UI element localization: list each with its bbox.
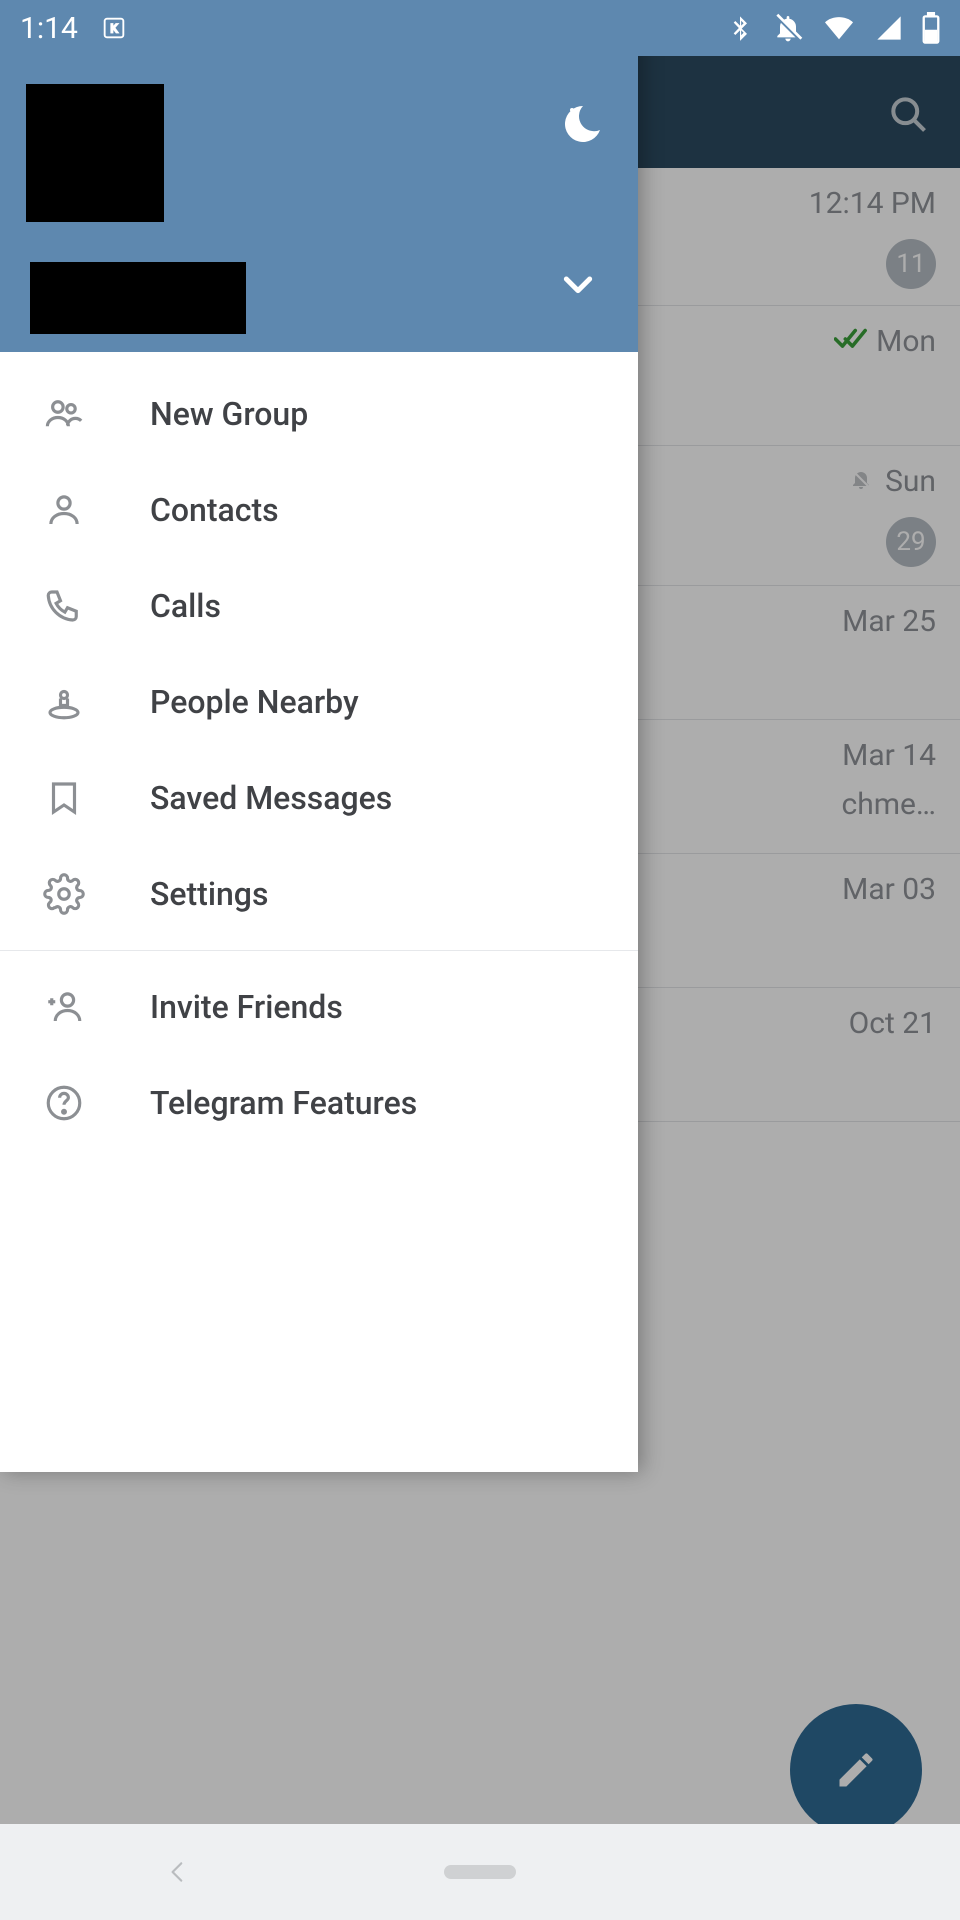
- help-icon: [40, 1079, 88, 1127]
- navigation-drawer: New Group Contacts Calls People Nearby S…: [0, 0, 638, 1472]
- status-bar: 1:14 K: [0, 0, 960, 56]
- account-switcher[interactable]: [558, 264, 598, 304]
- home-gesture-pill[interactable]: [444, 1865, 516, 1879]
- night-mode-toggle[interactable]: [558, 100, 606, 148]
- svg-text:K: K: [110, 22, 118, 36]
- avatar-redacted: [26, 84, 164, 222]
- menu-item-label: Contacts: [150, 491, 279, 529]
- menu-divider: [0, 950, 638, 951]
- menu-item-label: Calls: [150, 587, 221, 625]
- wifi-icon: [822, 14, 856, 42]
- menu-item-contacts[interactable]: Contacts: [0, 462, 638, 558]
- menu-item-telegram-features[interactable]: Telegram Features: [0, 1055, 638, 1151]
- bookmark-icon: [40, 774, 88, 822]
- system-nav-bar: [0, 1824, 960, 1920]
- status-clock: 1:14: [20, 11, 78, 46]
- app-indicator-icon: K: [100, 14, 128, 42]
- menu-item-settings[interactable]: Settings: [0, 846, 638, 942]
- menu-item-label: People Nearby: [150, 683, 359, 721]
- signal-icon: [874, 14, 904, 42]
- menu-item-label: New Group: [150, 395, 308, 433]
- menu-item-label: Telegram Features: [150, 1084, 417, 1122]
- dnd-icon: [772, 12, 804, 44]
- invite-icon: [40, 983, 88, 1031]
- group-icon: [40, 390, 88, 438]
- chevron-down-icon: [558, 264, 598, 304]
- phone-icon: [40, 582, 88, 630]
- menu-item-calls[interactable]: Calls: [0, 558, 638, 654]
- bluetooth-icon: [726, 11, 754, 45]
- menu-item-new-group[interactable]: New Group: [0, 366, 638, 462]
- menu-item-people-nearby[interactable]: People Nearby: [0, 654, 638, 750]
- account-name-redacted: [30, 262, 246, 334]
- back-button[interactable]: [165, 1852, 191, 1892]
- menu-item-saved-messages[interactable]: Saved Messages: [0, 750, 638, 846]
- menu-item-invite-friends[interactable]: Invite Friends: [0, 959, 638, 1055]
- menu-item-label: Saved Messages: [150, 779, 392, 817]
- person-icon: [40, 486, 88, 534]
- menu-item-label: Settings: [150, 875, 268, 913]
- gear-icon: [40, 870, 88, 918]
- moon-icon: [558, 100, 606, 148]
- drawer-menu: New Group Contacts Calls People Nearby S…: [0, 352, 638, 1151]
- people-nearby-icon: [40, 678, 88, 726]
- menu-item-label: Invite Friends: [150, 988, 343, 1026]
- battery-icon: [922, 12, 940, 44]
